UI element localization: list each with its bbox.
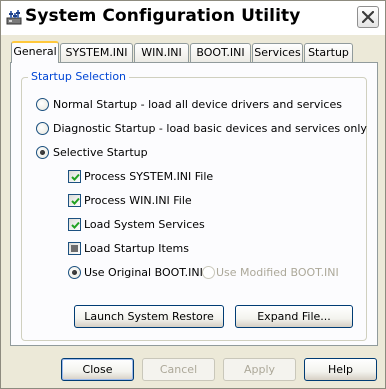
normal-startup-option[interactable]: Normal Startup - load all device drivers…: [36, 97, 356, 113]
checkmark-icon: [71, 197, 80, 205]
close-window-button[interactable]: [357, 6, 379, 28]
close-button[interactable]: Close: [61, 358, 134, 381]
selective-startup-radio[interactable]: [36, 146, 49, 159]
use-original-boot-ini-radio[interactable]: [68, 266, 81, 279]
diagnostic-startup-label: Diagnostic Startup - load basic devices …: [53, 122, 367, 135]
tab-system-ini[interactable]: SYSTEM.INI: [60, 43, 133, 62]
load-system-services-label: Load System Services: [84, 218, 205, 231]
option-process-system-ini[interactable]: Process SYSTEM.INI File: [68, 169, 268, 185]
selective-startup-option[interactable]: Selective Startup: [36, 145, 236, 161]
msconfig-app-icon: [6, 9, 22, 25]
startup-selection-label: Startup Selection: [28, 70, 130, 83]
process-system-ini-label: Process SYSTEM.INI File: [84, 170, 214, 183]
use-modified-boot-ini-option[interactable]: Use Modified BOOT.INI: [202, 265, 342, 281]
tab-strip: General SYSTEM.INI WIN.INI BOOT.INI Serv…: [11, 41, 381, 63]
load-system-services-checkbox[interactable]: [68, 218, 81, 231]
expand-file-button[interactable]: Expand File...: [235, 305, 353, 328]
normal-startup-radio[interactable]: [36, 98, 49, 111]
use-modified-boot-ini-label: Use Modified BOOT.INI: [216, 266, 339, 279]
option-process-win-ini[interactable]: Process WIN.INI File: [68, 193, 268, 209]
checkmark-icon: [71, 173, 80, 181]
diagnostic-startup-radio[interactable]: [36, 122, 49, 135]
option-load-startup-items[interactable]: Load Startup Items: [68, 241, 268, 257]
load-startup-items-label: Load Startup Items: [84, 242, 189, 255]
option-load-system-services[interactable]: Load System Services: [68, 217, 268, 233]
process-system-ini-checkbox[interactable]: [68, 170, 81, 183]
tab-startup[interactable]: Startup: [304, 43, 353, 62]
window-title: System Configuration Utility: [25, 6, 301, 26]
process-win-ini-label: Process WIN.INI File: [84, 194, 192, 207]
apply-button[interactable]: Apply: [223, 358, 296, 381]
checkmark-icon: [71, 221, 80, 229]
startup-selection-group: [21, 77, 367, 341]
cancel-button[interactable]: Cancel: [142, 358, 215, 381]
use-original-boot-ini-option[interactable]: Use Original BOOT.INI: [68, 265, 203, 281]
selective-startup-label: Selective Startup: [53, 146, 148, 159]
title-bar[interactable]: System Configuration Utility: [1, 1, 385, 35]
system-configuration-window: System Configuration Utility General SYS…: [0, 0, 386, 389]
tab-services[interactable]: Services: [252, 43, 303, 62]
tab-boot-ini[interactable]: BOOT.INI: [190, 43, 251, 62]
help-button[interactable]: Help: [304, 358, 377, 381]
load-startup-items-checkbox[interactable]: [68, 242, 81, 255]
process-win-ini-checkbox[interactable]: [68, 194, 81, 207]
use-original-boot-ini-label: Use Original BOOT.INI: [84, 266, 203, 279]
tab-win-ini[interactable]: WIN.INI: [134, 43, 189, 62]
tab-general[interactable]: General: [11, 41, 59, 63]
normal-startup-label: Normal Startup - load all device drivers…: [53, 98, 342, 111]
launch-system-restore-button[interactable]: Launch System Restore: [74, 305, 224, 328]
use-modified-boot-ini-radio[interactable]: [202, 266, 215, 279]
diagnostic-startup-option[interactable]: Diagnostic Startup - load basic devices …: [36, 121, 367, 137]
general-tab-panel: Startup Selection Normal Startup - load …: [10, 62, 378, 346]
